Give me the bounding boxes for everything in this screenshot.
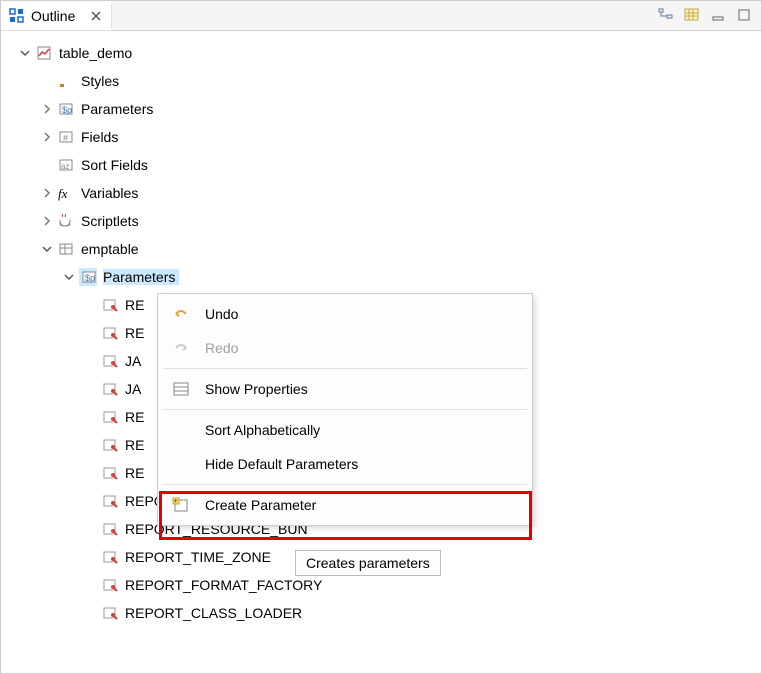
svg-text:$p: $p — [85, 273, 95, 283]
variables-label: Variables — [81, 185, 142, 201]
minimize-icon[interactable] — [709, 7, 727, 23]
param-item-icon — [101, 436, 119, 454]
svg-text:az: az — [61, 162, 69, 171]
param-item-icon — [101, 492, 119, 510]
param-item-icon — [101, 324, 119, 342]
menu-separator — [163, 484, 527, 485]
param-item-icon — [101, 464, 119, 482]
properties-icon — [169, 379, 193, 399]
emptable-label: emptable — [81, 241, 143, 257]
menu-separator — [163, 409, 527, 410]
param-item-label: REPORT_CLASS_LOADER — [125, 605, 306, 621]
tooltip: Creates parameters — [295, 550, 441, 576]
tree-node-scriptlets[interactable]: Scriptlets — [5, 207, 757, 235]
root-label: table_demo — [59, 45, 136, 61]
param-item-icon — [101, 296, 119, 314]
blank-icon — [169, 420, 193, 440]
redo-icon — [169, 338, 193, 358]
tree-root[interactable]: table_demo — [5, 39, 757, 67]
param-item-icon — [101, 548, 119, 566]
svg-text:$p: $p — [62, 105, 72, 115]
tab-title: Outline — [31, 8, 79, 24]
param-item-icon — [101, 380, 119, 398]
param-item-label: JA — [125, 353, 145, 369]
sortfields-label: Sort Fields — [81, 157, 152, 173]
svg-text:+: + — [174, 499, 178, 505]
menu-sort-alpha[interactable]: Sort Alphabetically — [161, 413, 529, 447]
param-item-label: REPORT_FORMAT_FACTORY — [125, 577, 326, 593]
param-item-label: RE — [125, 297, 148, 313]
menu-show-properties[interactable]: Show Properties — [161, 372, 529, 406]
menu-hide-default-label: Hide Default Parameters — [205, 456, 358, 472]
blank-icon — [169, 454, 193, 474]
svg-text:fx: fx — [58, 186, 68, 201]
emptable-parameters-label: Parameters — [103, 269, 179, 285]
outline-tab[interactable]: Outline — [1, 4, 112, 28]
outline-icon — [9, 8, 25, 24]
tree-node-emptable-parameters[interactable]: $p Parameters — [5, 263, 757, 291]
brush-icon — [57, 72, 75, 90]
chevron-down-icon[interactable] — [61, 269, 77, 285]
param-item-label: RE — [125, 409, 148, 425]
chevron-right-icon[interactable] — [39, 185, 55, 201]
menu-redo: Redo — [161, 331, 529, 365]
new-parameter-icon: + — [169, 495, 193, 515]
menu-separator — [163, 368, 527, 369]
table-icon — [57, 240, 75, 258]
svg-text:#: # — [63, 133, 68, 143]
chevron-right-icon[interactable] — [39, 101, 55, 117]
parameters-label: Parameters — [81, 101, 157, 117]
toolbar-strip — [112, 1, 761, 31]
styles-label: Styles — [81, 73, 123, 89]
param-item-icon — [101, 352, 119, 370]
parameter-icon: $p — [79, 268, 97, 286]
menu-create-parameter[interactable]: + Create Parameter — [161, 488, 529, 522]
field-icon: # — [57, 128, 75, 146]
menu-undo[interactable]: Undo — [161, 297, 529, 331]
menu-hide-default[interactable]: Hide Default Parameters — [161, 447, 529, 481]
tree-node-parameters[interactable]: $p Parameters — [5, 95, 757, 123]
chevron-down-icon[interactable] — [17, 45, 33, 61]
param-item-label: REPORT_TIME_ZONE — [125, 549, 275, 565]
context-menu: Undo Redo Show Properties Sort Alphabeti… — [157, 293, 533, 526]
report-icon — [35, 44, 53, 62]
titlebar: Outline — [1, 1, 761, 31]
table-view-icon[interactable] — [683, 7, 701, 23]
chevron-right-icon[interactable] — [39, 129, 55, 145]
param-item-label: RE — [125, 325, 148, 341]
fx-icon: fx — [57, 184, 75, 202]
tree-param-item[interactable]: REPORT_CLASS_LOADER — [5, 599, 757, 627]
tooltip-text: Creates parameters — [306, 555, 430, 571]
tree-view-icon[interactable] — [657, 7, 675, 23]
close-icon[interactable] — [89, 9, 103, 23]
param-item-icon — [101, 408, 119, 426]
menu-create-parameter-label: Create Parameter — [205, 497, 316, 513]
sort-icon: az — [57, 156, 75, 174]
param-item-icon — [101, 576, 119, 594]
menu-sort-alpha-label: Sort Alphabetically — [205, 422, 320, 438]
fields-label: Fields — [81, 129, 122, 145]
tree-node-variables[interactable]: fx Variables — [5, 179, 757, 207]
param-item-icon — [101, 604, 119, 622]
tree-node-styles[interactable]: Styles — [5, 67, 757, 95]
param-item-label: RE — [125, 437, 148, 453]
chevron-down-icon[interactable] — [39, 241, 55, 257]
menu-redo-label: Redo — [205, 340, 238, 356]
scriptlets-label: Scriptlets — [81, 213, 143, 229]
param-item-label: RE — [125, 465, 148, 481]
menu-show-properties-label: Show Properties — [205, 381, 308, 397]
undo-icon — [169, 304, 193, 324]
tree-node-emptable[interactable]: emptable — [5, 235, 757, 263]
maximize-icon[interactable] — [735, 7, 753, 23]
param-item-label: JA — [125, 381, 145, 397]
tree-node-fields[interactable]: # Fields — [5, 123, 757, 151]
parameter-icon: $p — [57, 100, 75, 118]
tree-node-sort-fields[interactable]: az Sort Fields — [5, 151, 757, 179]
chevron-right-icon[interactable] — [39, 213, 55, 229]
cup-icon — [57, 212, 75, 230]
param-item-icon — [101, 520, 119, 538]
menu-undo-label: Undo — [205, 306, 238, 322]
